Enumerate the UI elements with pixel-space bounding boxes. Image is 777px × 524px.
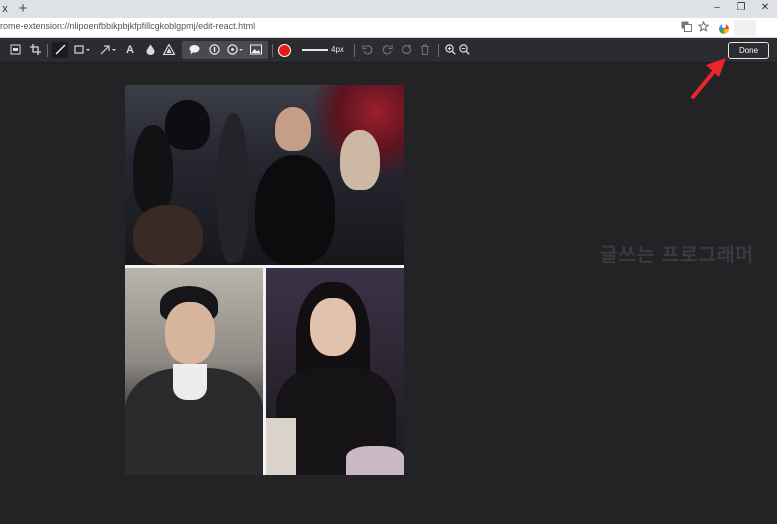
text-icon[interactable]: A — [124, 42, 136, 58]
profile-button[interactable] — [734, 20, 756, 36]
toolbar-divider — [47, 44, 48, 57]
image-icon[interactable] — [248, 42, 264, 58]
photo-shirt — [173, 368, 207, 400]
pen-icon[interactable] — [52, 42, 68, 58]
toolbar-divider — [272, 44, 273, 57]
done-button[interactable]: Done — [728, 42, 769, 59]
toolbar-divider — [354, 44, 355, 57]
zoom-out-icon[interactable] — [457, 42, 471, 58]
tab-close-icon[interactable]: x — [0, 2, 10, 16]
photo-figure — [133, 205, 203, 265]
rectangle-icon[interactable] — [72, 42, 92, 58]
reset-icon[interactable] — [399, 42, 413, 58]
editor-canvas[interactable]: 글쓰는 프로그래머 — [0, 64, 777, 524]
photo-figure — [165, 100, 210, 150]
browser-tab-strip: x + – ❐ ✕ — [0, 0, 777, 18]
redo-icon[interactable] — [380, 42, 394, 58]
photo-figure — [217, 113, 249, 263]
toolbar-divider — [438, 44, 439, 57]
new-tab-button[interactable]: + — [15, 1, 31, 17]
image-collage[interactable] — [125, 85, 404, 475]
url-text[interactable]: rome-extension://nlipoenfbbikpbjkfpfillc… — [0, 21, 255, 31]
mosaic-icon[interactable] — [162, 42, 176, 58]
undo-icon[interactable] — [360, 42, 374, 58]
stroke-width-label[interactable]: 4px — [331, 45, 344, 54]
stroke-width-preview[interactable] — [302, 49, 328, 51]
photo-cup — [266, 418, 296, 475]
photo-face — [165, 302, 215, 364]
photo-face — [340, 130, 380, 190]
screen-capture-icon[interactable] — [8, 42, 22, 58]
zoom-in-icon[interactable] — [443, 42, 457, 58]
extension-icon[interactable] — [718, 21, 730, 34]
photo-face — [310, 298, 356, 356]
collage-photo-woman — [266, 268, 404, 475]
photo-food — [346, 446, 404, 475]
crop-icon[interactable] — [28, 42, 42, 58]
close-window-button[interactable]: ✕ — [748, 0, 777, 18]
arrow-icon[interactable] — [98, 42, 118, 58]
watermark-text: 글쓰는 프로그래머 — [600, 245, 755, 266]
photo-figure — [255, 155, 335, 265]
trash-icon[interactable] — [418, 42, 432, 58]
translate-icon[interactable] — [680, 21, 692, 33]
speech-bubble-icon[interactable] — [186, 42, 202, 58]
editor-toolbar: A 4px — [0, 38, 777, 63]
collage-photo-man — [125, 268, 263, 475]
address-bar[interactable]: rome-extension://nlipoenfbbikpbjkfpfillc… — [0, 18, 777, 38]
blur-icon[interactable] — [144, 42, 156, 58]
number-icon[interactable] — [206, 42, 222, 58]
bookmark-star-icon[interactable] — [696, 20, 710, 33]
stamp-icon[interactable] — [226, 42, 244, 58]
red-arrow-annotation — [691, 58, 726, 99]
color-picker-button[interactable] — [278, 44, 291, 57]
photo-face — [275, 107, 311, 151]
collage-photo-crowd — [125, 85, 404, 265]
